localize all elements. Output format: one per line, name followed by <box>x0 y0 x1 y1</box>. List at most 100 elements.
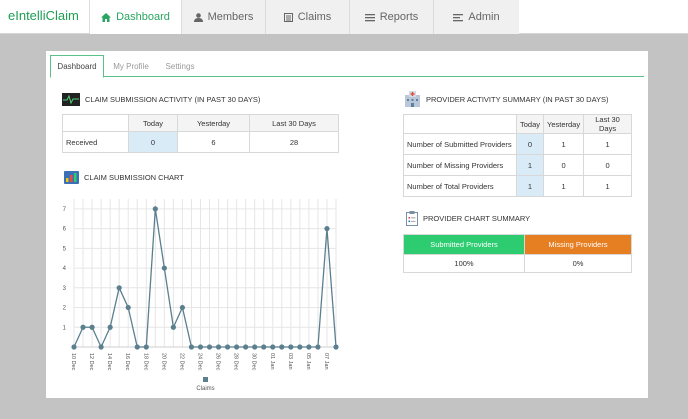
dashboard-card: Dashboard My Profile Settings CLAIM SUBM… <box>46 51 648 398</box>
nav-claims-label: Claims <box>297 11 332 23</box>
nav-members-label: Members <box>207 11 254 23</box>
table-header: Yesterday <box>177 114 250 132</box>
x-tick-label: 18 Dec <box>142 353 148 371</box>
yesterday-value: 1 <box>543 175 585 197</box>
x-tick-label: 12 Dec <box>88 353 94 371</box>
list-icon <box>283 12 293 22</box>
table-row: Received 0 6 28 <box>62 131 339 153</box>
x-tick-label: 03 Jan <box>287 353 293 370</box>
x-tick-label: 30 Dec <box>251 353 257 371</box>
last30-value: 1 <box>583 175 632 197</box>
table-header: Last 30 Days <box>583 114 632 134</box>
x-tick-label: 10 Dec <box>70 353 76 371</box>
table-header <box>62 114 129 132</box>
last30-value: 0 <box>583 154 632 176</box>
nav-claims[interactable]: Claims <box>265 0 349 34</box>
data-point <box>306 344 312 350</box>
x-tick-label: 07 Jan <box>323 353 329 370</box>
data-point <box>270 344 276 350</box>
nav-reports[interactable]: Reports <box>349 0 433 34</box>
x-tick-label: 14 Dec <box>106 353 112 371</box>
nav-dashboard[interactable]: Dashboard <box>89 0 181 34</box>
submitted-providers-value: 100% <box>403 254 525 273</box>
table-header: Today <box>515 114 545 134</box>
table-row: Submitted Providers Missing Providers <box>403 234 632 255</box>
heartbeat-monitor-icon <box>62 93 80 106</box>
y-tick-label: 5 <box>63 246 67 252</box>
data-point <box>80 324 86 330</box>
missing-providers-label: Missing Providers <box>524 234 632 255</box>
missing-providers-value: 0% <box>524 254 632 273</box>
row-label: Received <box>62 131 129 153</box>
today-value: 0 <box>515 133 545 155</box>
data-point <box>252 344 258 350</box>
yesterday-value: 6 <box>177 131 250 153</box>
tab-dashboard[interactable]: Dashboard <box>50 55 104 78</box>
claim-chart-heading: CLAIM SUBMISSION CHART <box>64 171 184 184</box>
admin-icon <box>453 13 464 21</box>
x-tick-label: 20 Dec <box>160 353 166 371</box>
hospital-building-icon <box>405 91 420 107</box>
data-point <box>161 265 167 271</box>
nav-admin[interactable]: Admin <box>433 0 519 34</box>
table-header: Today <box>128 114 178 132</box>
row-label: Number of Total Providers <box>403 175 517 197</box>
tab-my-profile[interactable]: My Profile <box>106 55 156 77</box>
data-point <box>188 344 195 350</box>
table-row: Number of Submitted Providers 0 1 1 <box>403 133 632 155</box>
nav-reports-label: Reports <box>379 11 419 23</box>
tab-settings[interactable]: Settings <box>158 55 202 77</box>
yesterday-value: 0 <box>543 154 585 176</box>
data-point <box>279 344 285 350</box>
x-tick-label: 05 Jan <box>305 353 311 370</box>
data-point <box>71 344 77 350</box>
data-point <box>134 344 140 350</box>
claim-activity-title: CLAIM SUBMISSION ACTIVITY (IN PAST 30 DA… <box>85 95 261 104</box>
bar-chart-icon <box>64 171 79 184</box>
series-line-claims <box>73 208 337 349</box>
table-header: Yesterday <box>543 114 585 134</box>
row-label: Number of Missing Providers <box>403 154 517 176</box>
app-title[interactable]: eIntelliClaim <box>8 8 79 23</box>
data-point <box>89 324 95 330</box>
today-value: 1 <box>515 175 545 197</box>
last30-value: 28 <box>249 131 339 153</box>
legend-swatch-claims <box>203 377 208 382</box>
y-tick-label: 2 <box>63 306 67 312</box>
table-header <box>403 114 517 134</box>
y-tick-label: 7 <box>63 207 67 213</box>
y-tick-label: 6 <box>63 227 67 233</box>
x-tick-label: 24 Dec <box>196 353 202 371</box>
reports-icon <box>364 13 375 21</box>
data-point <box>170 324 176 330</box>
table-row: 100% 0% <box>403 254 632 273</box>
claim-activity-table: Today Yesterday Last 30 Days Received 0 … <box>62 114 339 153</box>
y-tick-label: 1 <box>63 325 67 331</box>
nav-admin-label: Admin <box>468 11 500 23</box>
data-point <box>116 285 122 291</box>
provider-chart-summary-table: Submitted Providers Missing Providers 10… <box>403 234 632 273</box>
provider-activity-title: PROVIDER ACTIVITY SUMMARY (IN PAST 30 DA… <box>426 94 609 104</box>
data-point <box>315 344 321 350</box>
x-tick-label: 22 Dec <box>178 353 184 371</box>
data-point <box>125 304 131 311</box>
today-value: 0 <box>128 131 178 153</box>
today-value: 1 <box>515 154 545 176</box>
x-tick-label: 26 Dec <box>215 353 221 371</box>
data-point <box>288 344 294 350</box>
data-point <box>107 324 113 330</box>
x-tick-label: 01 Jan <box>269 353 275 370</box>
provider-chart-title: PROVIDER CHART SUMMARY <box>423 214 531 223</box>
table-row: Number of Missing Providers 1 0 0 <box>403 154 632 176</box>
top-navbar: eIntelliClaim Dashboard Members Claims R… <box>0 0 688 34</box>
table-header: Last 30 Days <box>249 114 339 132</box>
last30-value: 1 <box>583 133 632 155</box>
user-icon <box>193 12 203 22</box>
nav-members[interactable]: Members <box>181 0 265 34</box>
nav-dashboard-label: Dashboard <box>116 11 170 23</box>
provider-activity-table: Today Yesterday Last 30 Days Number of S… <box>403 114 632 197</box>
submitted-providers-label: Submitted Providers <box>403 234 525 255</box>
claim-chart-title: CLAIM SUBMISSION CHART <box>84 173 184 182</box>
y-tick-label: 3 <box>63 286 67 292</box>
provider-chart-heading: PROVIDER CHART SUMMARY <box>406 211 530 226</box>
